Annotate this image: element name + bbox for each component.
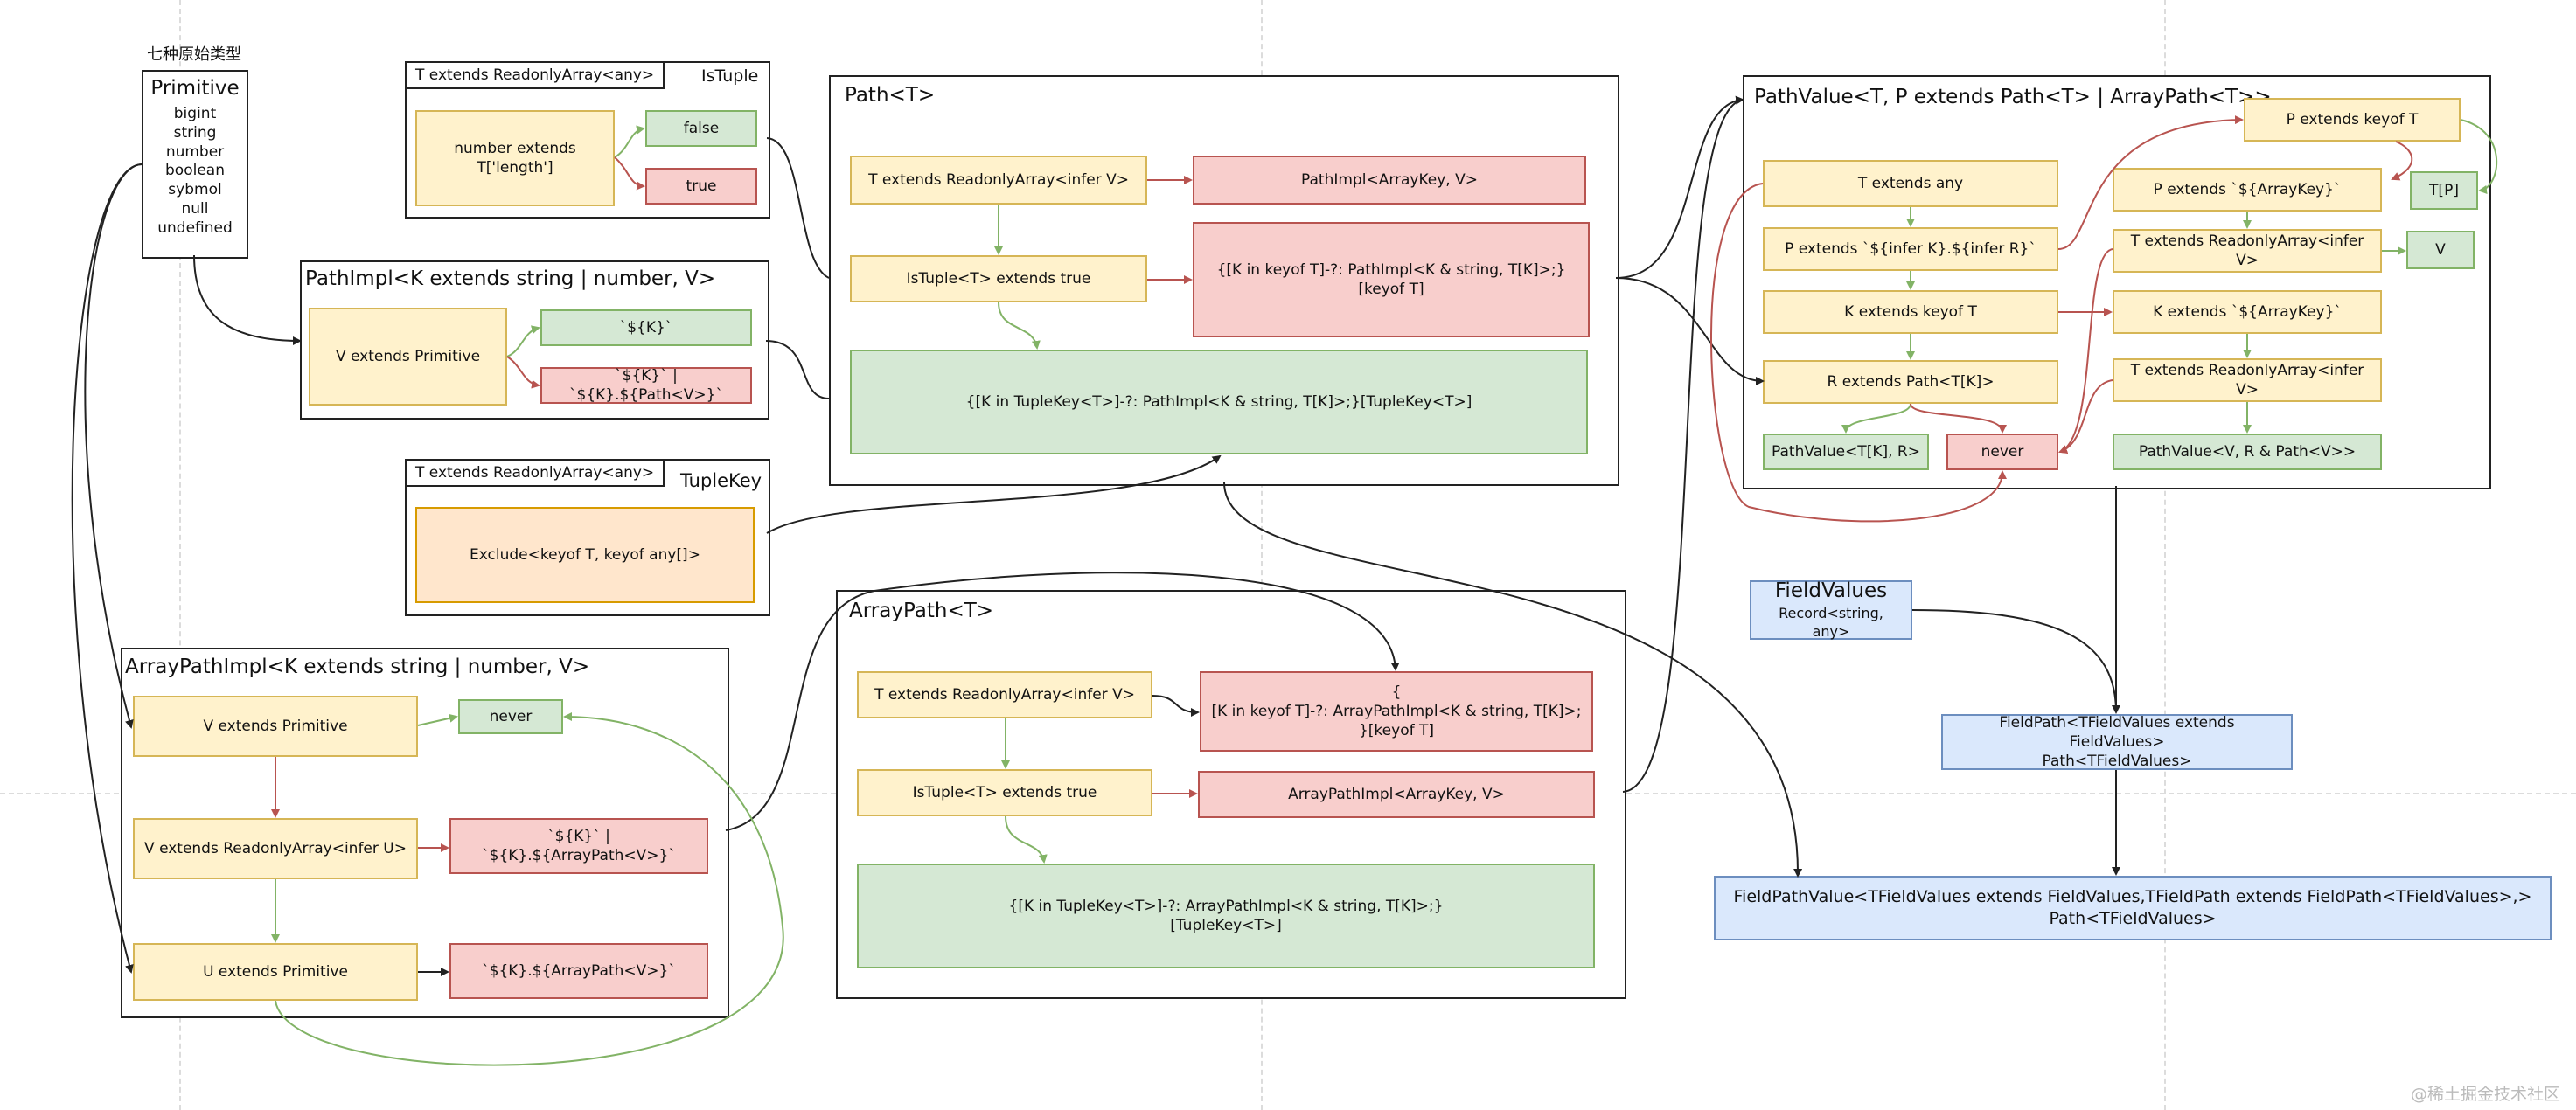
edge-istuple-path <box>766 137 830 279</box>
edge-path-pathvalue-2 <box>1615 277 1765 385</box>
edge-arraypathimpl-never <box>417 713 458 726</box>
edge-tuplekey-path <box>766 454 1222 534</box>
edge-istuple-false <box>614 125 645 158</box>
edge-arraypath-g <box>1005 815 1048 864</box>
edge-arraypath-r1 <box>1152 695 1200 717</box>
edge-pv-4-5 <box>1841 403 1911 434</box>
edge-primitive-arraypathimpl-3 <box>71 163 143 974</box>
edge-pv-m2-never <box>2058 248 2113 454</box>
edge-pathimpl-key-path <box>506 356 540 389</box>
edge-arraypathimpl-arraypath <box>725 572 1400 831</box>
edge-arraypath-pathvalue <box>1622 99 1744 793</box>
connector-layer <box>71 95 2498 1066</box>
edge-istuple-true <box>614 156 645 191</box>
edge-pathimpl-path <box>765 340 830 399</box>
edge-path-fieldpathvalue <box>1223 482 1803 878</box>
edge-path-pathvalue-1 <box>1615 95 1744 279</box>
edge-fieldvalues-fieldpath <box>1911 609 2117 713</box>
edge-pv-1-never <box>1710 183 2007 523</box>
edge-pv-top-m1 <box>2391 141 2413 181</box>
edge-primitive-pathimpl <box>193 254 302 345</box>
edge-pv-2-top <box>2057 115 2244 250</box>
edge-arraypathimpl-loop-never <box>275 712 784 1066</box>
edge-pv-m4-never <box>2058 379 2113 454</box>
edge-pv-top-tp <box>2460 119 2498 194</box>
edge-pathimpl-key <box>506 325 540 357</box>
edge-pv-4-never <box>1910 403 2007 434</box>
edge-path-g <box>998 302 1041 350</box>
